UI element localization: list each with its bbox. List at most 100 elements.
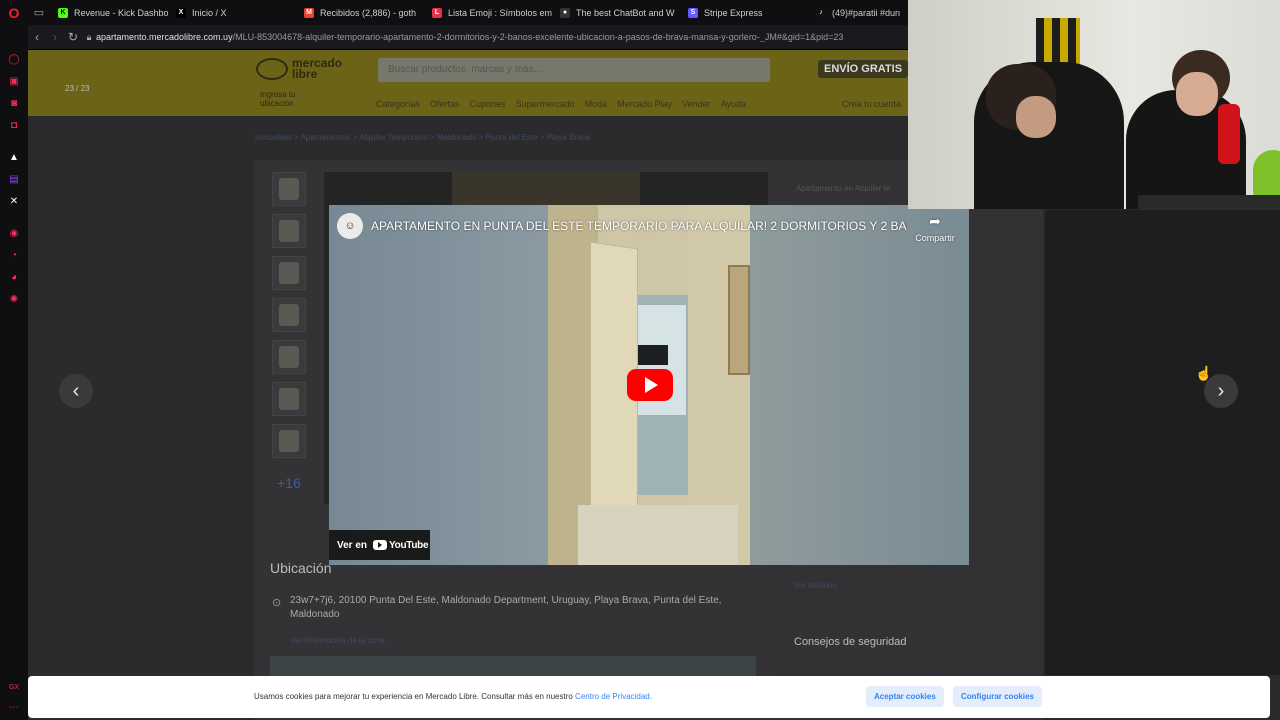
tab-emoji[interactable]: L Lista Emoji : Símbolos em [424,0,552,25]
nav-item[interactable]: Mercado Play [617,99,672,109]
youtube-label: YouTube [389,539,429,551]
webcam-overlay [908,0,1280,209]
envio-gratis-banner[interactable]: ENVÍO GRATIS [818,60,909,78]
opera-logo-icon[interactable]: O [0,0,28,25]
ai-icon[interactable]: ◕ [6,269,22,285]
nav-item[interactable]: Vender [682,99,711,109]
x-icon: X [176,7,186,18]
cookie-message: Usamos cookies para mejorar tu experienc… [254,692,576,701]
location-selector[interactable]: Ingresa tu ubicación [260,90,296,108]
thumbnail[interactable] [272,424,306,458]
share-button[interactable]: ➦ Compartir [912,213,958,243]
thumbnail[interactable] [272,172,306,206]
youtube-video-player[interactable]: ☺ APARTAMENTO EN PUNTA DEL ESTE TEMPORAR… [329,205,969,565]
aria-icon[interactable]: ▲ [6,149,22,165]
cookie-text: Usamos cookies para mejorar tu experienc… [254,692,652,701]
gallery-counter: 23 / 23 [65,84,90,93]
ver-telefono-link[interactable]: Ver teléfono [794,581,837,590]
nav-item[interactable]: Ofertas [430,99,460,109]
more-photos-count[interactable]: +16 [272,466,306,500]
nav-item[interactable]: Moda [585,99,608,109]
thumbnail[interactable] [272,382,306,416]
player-icon[interactable]: ◉ [6,225,22,241]
more-icon[interactable]: ⋯ [6,699,22,715]
mercadolibre-logo[interactable]: mercado libre [256,57,342,81]
kick-icon: K [58,7,68,18]
play-icon [645,377,658,393]
location-line2: ubicación [260,99,294,108]
instagram-icon[interactable]: ◘ [6,117,22,133]
handshake-icon [256,58,288,80]
accept-cookies-button[interactable]: Aceptar cookies [866,686,944,707]
settings-icon[interactable]: ✺ [6,291,22,307]
gmail-icon: M [304,7,314,18]
messenger-icon[interactable]: ◙ [6,95,22,111]
thumbnail[interactable] [272,256,306,290]
tab-chatbot[interactable]: ● The best ChatBot and W [552,0,680,25]
thumbnail[interactable] [272,298,306,332]
tab-label: Recibidos (2,886) - goth [320,7,417,18]
nav-item[interactable]: Ayuda [721,99,746,109]
reload-button[interactable]: ↻ [64,30,82,44]
tab-label: (49)#paratii #dun [832,7,901,18]
thumbnail[interactable] [272,340,306,374]
gx-icon[interactable]: GX [6,679,22,695]
breadcrumb[interactable]: Inmuebles > Apartamentos > Alquiler Temp… [255,133,590,142]
url-field[interactable]: apartamento.mercadolibre.com.uy/MLU-8530… [96,32,843,42]
video-title[interactable]: APARTAMENTO EN PUNTA DEL ESTE TEMPORARIO… [371,219,907,233]
play-button[interactable] [627,369,673,401]
logo-line2: libre [292,67,318,81]
channel-avatar[interactable]: ☺ [337,213,363,239]
nav-item[interactable]: Categorías [376,99,420,109]
nav-item[interactable]: Supermercado [516,99,575,109]
tab-gmail[interactable]: M Recibidos (2,886) - goth [296,0,424,25]
nav-item[interactable]: Cupones [470,99,506,109]
address-bar: ‹ › ↻ 🔒︎ apartamento.mercadolibre.com.uy… [28,25,908,50]
browser-sidebar: ◯ ▣ ◙ ◘ ▲ ▤ ✕ ◉ ◔ ◕ ✺ GX ⋯ [0,25,28,720]
tab-stripe[interactable]: S Stripe Express [680,0,808,25]
photo-icon [279,346,299,368]
location-line1: Ingresa tu [260,90,296,99]
share-icon: ➦ [929,213,941,229]
cookie-banner: Usamos cookies para mejorar tu experienc… [28,676,1270,718]
zone-info-link[interactable]: Ver información de la zona [290,636,385,645]
privacy-center-link[interactable]: Centro de Privacidad. [575,692,652,701]
tab-x[interactable]: X Inicio / X [168,0,296,25]
photo-icon [279,178,299,200]
person-left-face [1016,96,1056,138]
opera-home-icon[interactable]: ◯ [6,51,22,67]
configure-cookies-button[interactable]: Configurar cookies [953,686,1042,707]
thumbnail[interactable] [272,214,306,248]
watch-on-youtube-button[interactable]: Ver en YouTube [329,530,430,560]
history-icon[interactable]: ◔ [6,247,22,263]
tab-kick[interactable]: K Revenue - Kick Dashboar [50,0,168,25]
tab-label: Lista Emoji : Símbolos em [448,7,552,18]
microphone [1218,104,1240,164]
youtube-play-icon [373,540,388,550]
back-button[interactable]: ‹ [28,30,46,44]
picture-frame [728,265,750,375]
forward-button[interactable]: › [46,30,64,44]
twitch-icon[interactable]: ▤ [6,171,22,187]
location-pin-icon: ⊙ [272,597,282,609]
create-account-link[interactable]: Crea tu cuenta [842,99,901,109]
floor [578,505,738,565]
address-text: 23w7+7j6, 20100 Punta Del Este, Maldonad… [290,595,722,620]
video-blur-right [750,205,969,565]
photo-icon [279,262,299,284]
tab-menu-icon[interactable]: ▭ [28,6,50,19]
search-input[interactable]: Buscar productos, marcas y más… [378,58,770,82]
watch-on-label: Ver en [337,539,368,551]
x-sidebar-icon[interactable]: ✕ [6,193,22,209]
tab-tiktok[interactable]: ♪ (49)#paratii #dun [808,0,908,25]
ubicacion-heading: Ubicación [270,560,332,576]
desk [1138,195,1280,209]
main-nav: Categorías Ofertas Cupones Supermercado … [376,99,746,109]
emoji-list-icon: L [432,7,442,18]
photo-icon [279,430,299,452]
bag-icon[interactable]: ▣ [6,73,22,89]
url-domain: apartamento.mercadolibre.com.uy [96,32,233,42]
gallery-prev-button[interactable]: ‹ [59,374,93,408]
photo-icon [279,304,299,326]
tab-label: Inicio / X [192,7,227,18]
